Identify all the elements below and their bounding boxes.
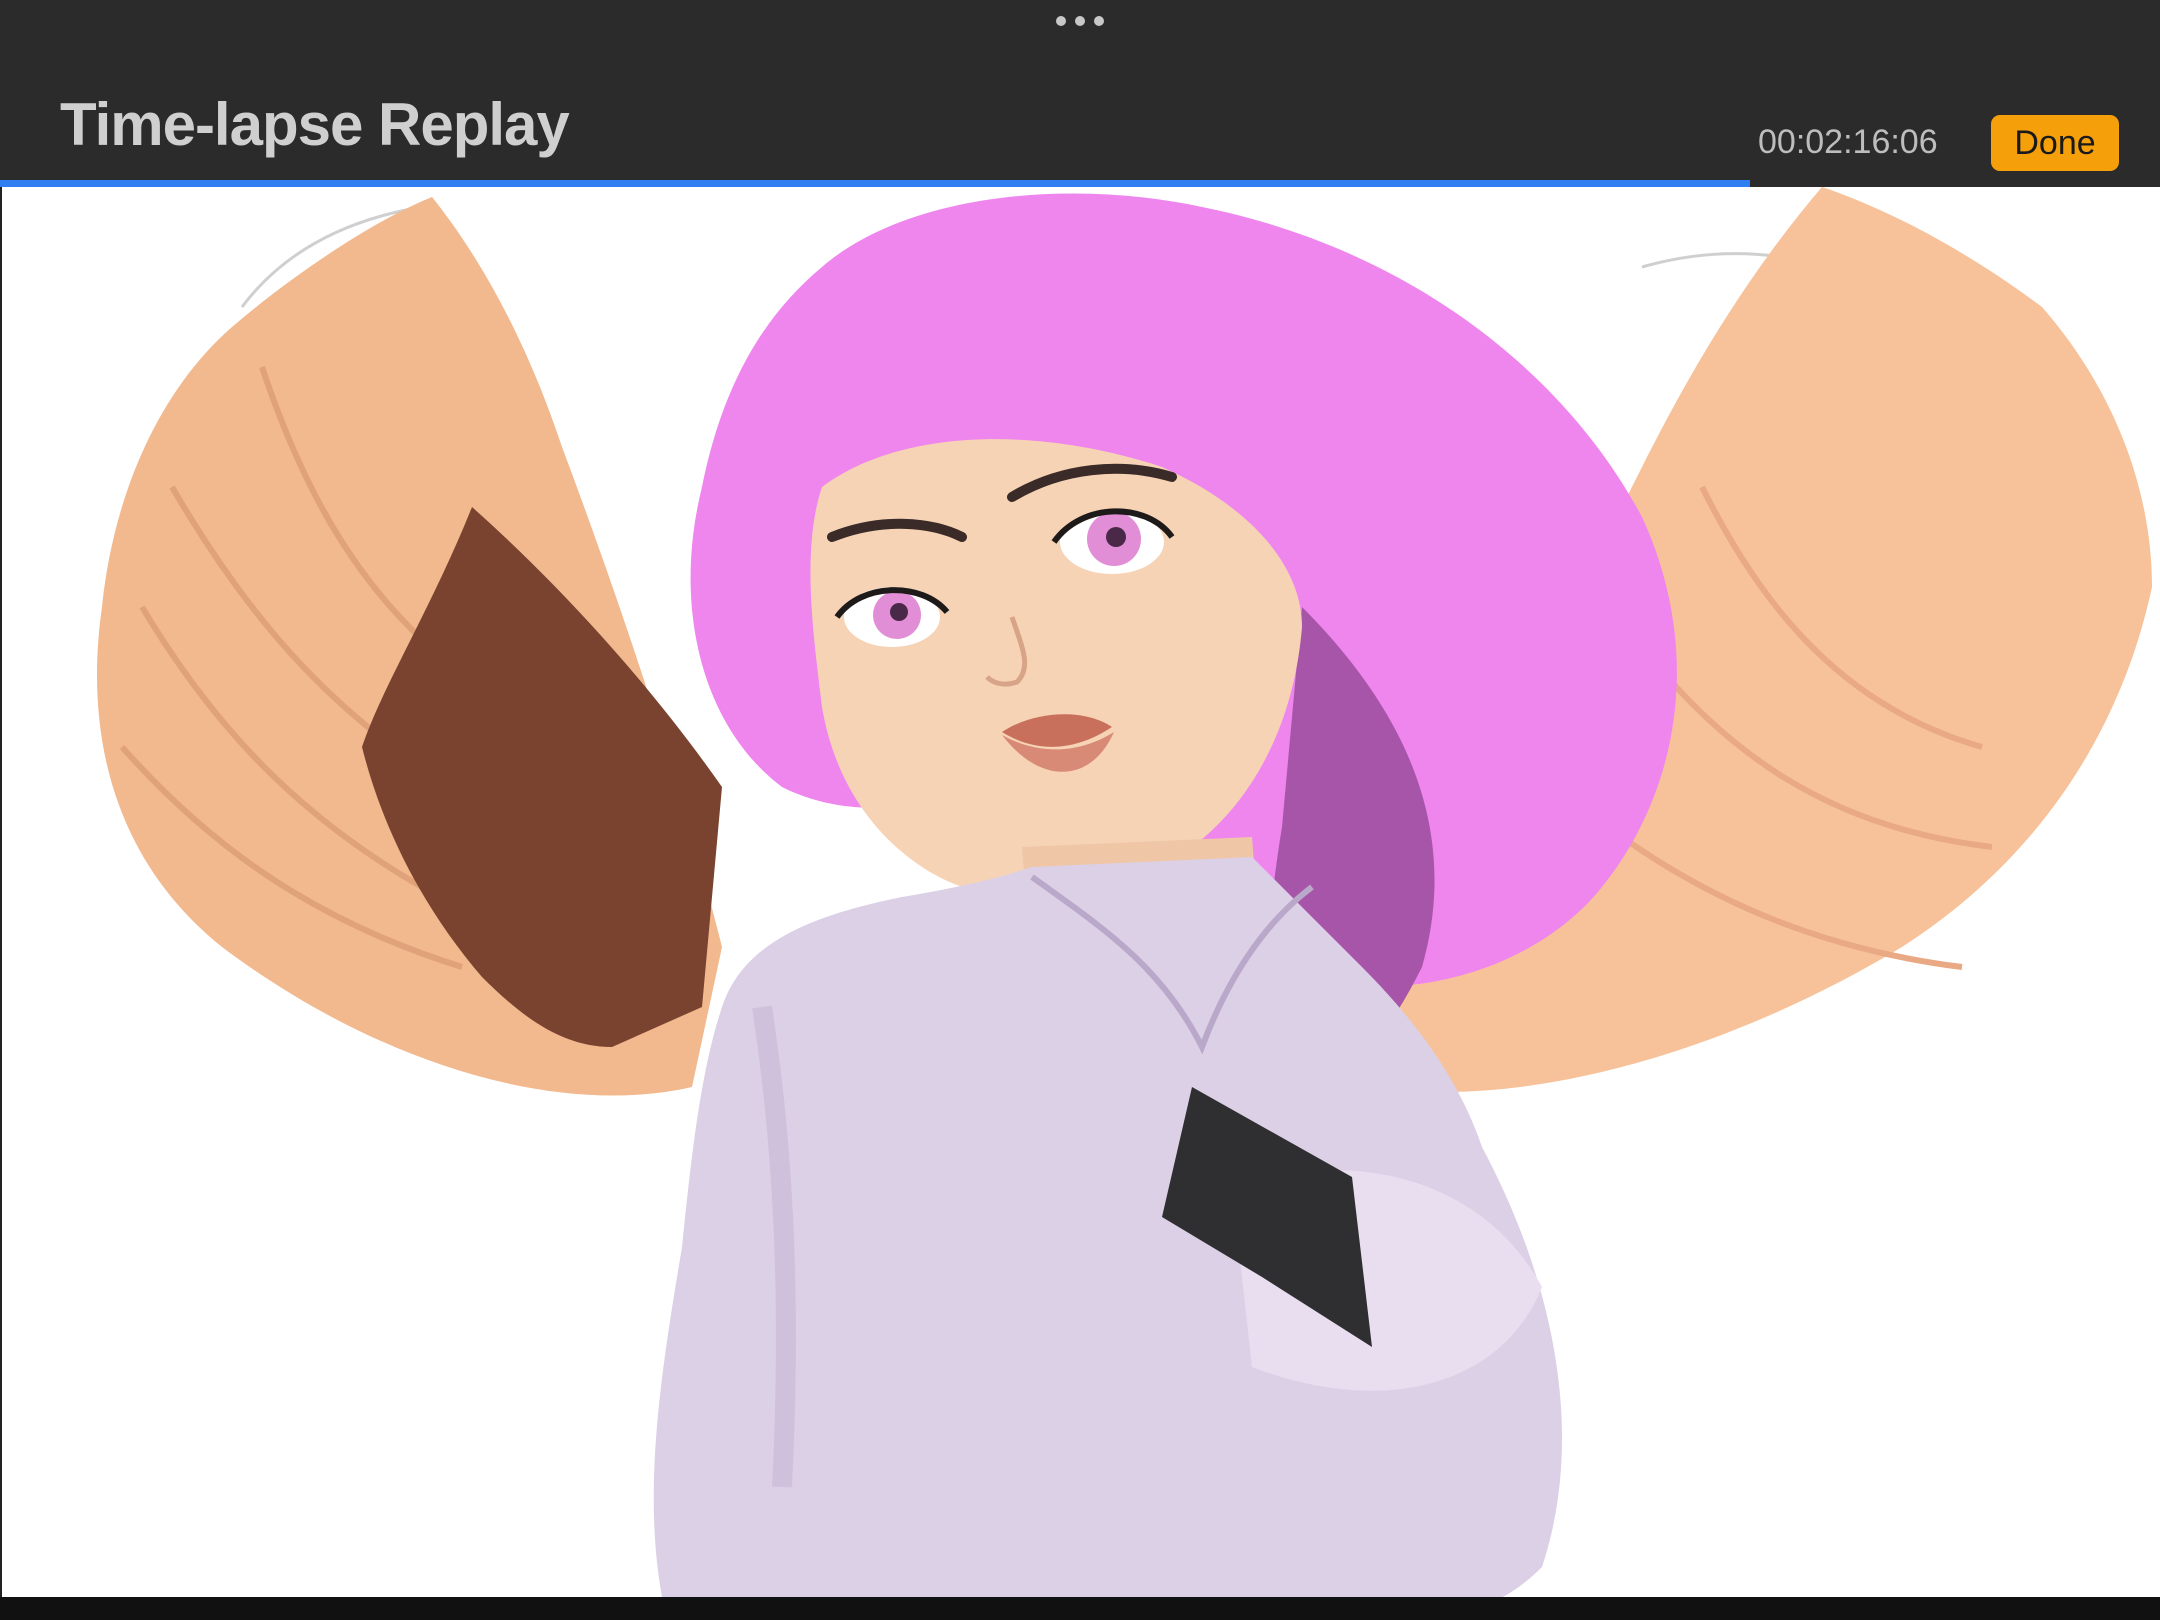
- bottom-edge: [0, 1597, 2160, 1620]
- artwork-image: [97, 187, 2152, 1597]
- top-toolbar: Time-lapse Replay 00:02:16:06 Done: [0, 0, 2160, 180]
- artwork-canvas[interactable]: [0, 187, 2160, 1597]
- done-button[interactable]: Done: [1991, 115, 2119, 171]
- more-dots-icon[interactable]: [1056, 14, 1104, 28]
- replay-progress-fill: [0, 180, 1750, 187]
- replay-progress-bar[interactable]: [0, 180, 2160, 187]
- timecode-readout: 00:02:16:06: [1758, 123, 1938, 161]
- page-title: Time-lapse Replay: [60, 91, 570, 158]
